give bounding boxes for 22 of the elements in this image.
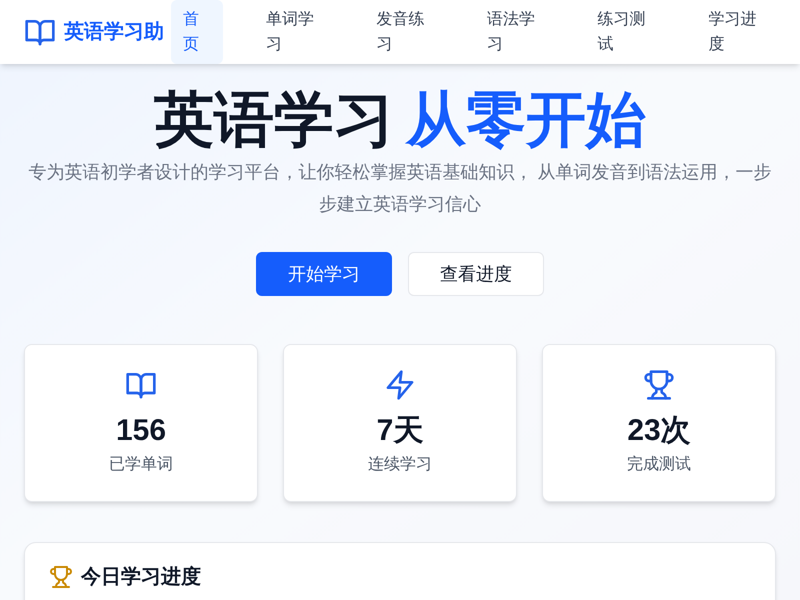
logo-text: 英语学习助 xyxy=(64,20,164,45)
stat-value: 7天 xyxy=(376,413,424,449)
start-button[interactable]: 开始学习 xyxy=(256,252,392,296)
stat-value: 156 xyxy=(116,413,166,449)
lightning-icon xyxy=(384,369,416,401)
hero-subtitle: 专为英语初学者设计的学习平台，让你轻松掌握英语基础知识， 从单词发音到语法运用，一步步建立英语学习信心 xyxy=(27,161,772,216)
trophy-icon xyxy=(49,565,73,589)
nav-link[interactable]: 发音练习 xyxy=(364,0,444,64)
hero-title-highlight: 从零开始 xyxy=(406,85,646,155)
hero-title: 英语学习 xyxy=(154,85,394,155)
nav-link[interactable]: 语法学习 xyxy=(475,0,555,64)
nav-link[interactable]: 练习测试 xyxy=(586,0,666,64)
progress-button[interactable]: 查看进度 xyxy=(408,252,544,296)
stat-label: 已学单词 xyxy=(109,455,173,475)
stat-label: 连续学习 xyxy=(368,454,432,475)
nav-link[interactable]: 学习进度 xyxy=(696,0,776,64)
stat-value: 23次 xyxy=(627,413,691,449)
stat-label: 完成测试 xyxy=(627,454,691,475)
card-title: 今日学习进度 xyxy=(81,564,201,590)
nav-link[interactable]: 首页 xyxy=(171,0,223,64)
nav-link[interactable]: 单词学习 xyxy=(254,0,334,64)
trophy-icon xyxy=(643,369,675,401)
